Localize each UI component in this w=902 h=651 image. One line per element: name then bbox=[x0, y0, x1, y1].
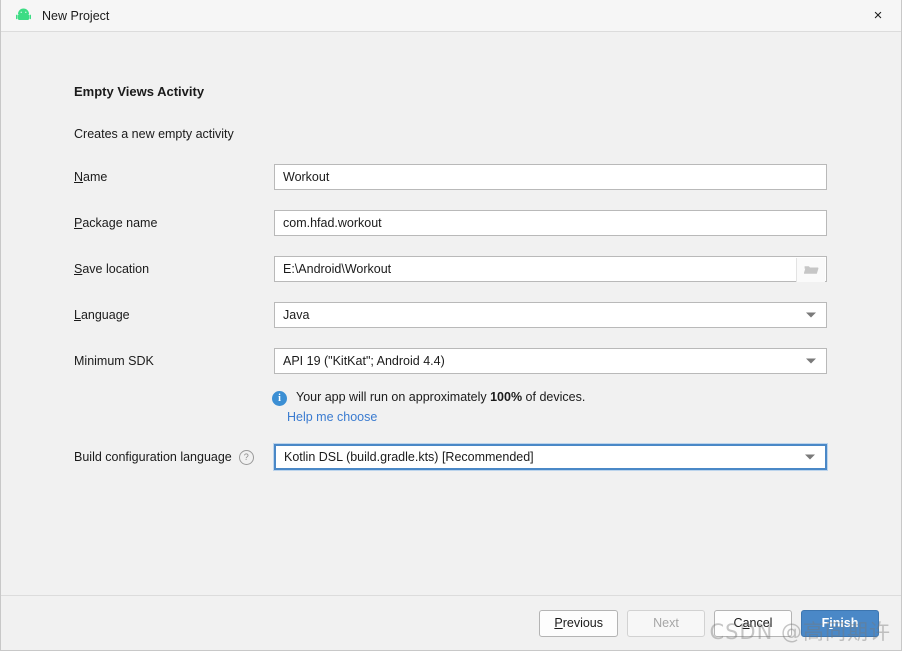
dialog-footer: Previous Next Ca ncel Fi nish CSDN @高同期许 bbox=[1, 595, 901, 650]
name-input[interactable]: Workout bbox=[274, 164, 827, 190]
label-minimum-sdk: Minimum SDK bbox=[74, 354, 154, 368]
label-language: Language bbox=[74, 308, 130, 322]
device-coverage-info: i Your app will run on approximately 100… bbox=[272, 390, 585, 424]
minimum-sdk-dropdown-value: API 19 ("KitKat"; Android 4.4) bbox=[283, 354, 445, 368]
save-location-input-value: E:\Android\Workout bbox=[283, 262, 392, 276]
chevron-down-icon bbox=[806, 358, 816, 364]
label-package-name: Package name bbox=[74, 216, 158, 230]
info-icon: i bbox=[272, 391, 287, 406]
language-dropdown[interactable]: Java bbox=[274, 302, 827, 328]
form-row-name: Name Workout bbox=[74, 164, 829, 190]
label-save-location: Save location bbox=[74, 262, 150, 276]
minimum-sdk-dropdown[interactable]: API 19 ("KitKat"; Android 4.4) bbox=[274, 348, 827, 374]
build-configuration-language-value: Kotlin DSL (build.gradle.kts) [Recommend… bbox=[284, 450, 534, 464]
chevron-down-icon bbox=[805, 454, 815, 460]
form-row-save-location: Save location E:\Android\Workout bbox=[74, 256, 829, 282]
build-configuration-language-dropdown[interactable]: Kotlin DSL (build.gradle.kts) [Recommend… bbox=[274, 444, 827, 470]
cancel-button[interactable]: Ca ncel bbox=[714, 609, 792, 637]
close-icon[interactable]: × bbox=[855, 0, 901, 31]
chevron-down-icon bbox=[806, 312, 816, 318]
dialog-content: Empty Views Activity Creates a new empty… bbox=[1, 32, 901, 595]
save-location-input[interactable]: E:\Android\Workout bbox=[274, 256, 827, 282]
name-input-value: Workout bbox=[283, 170, 330, 184]
language-dropdown-value: Java bbox=[283, 308, 310, 322]
package-name-input-value: com.hfad.workout bbox=[283, 216, 382, 230]
previous-button[interactable]: Previous bbox=[539, 609, 618, 637]
page-description: Creates a new empty activity bbox=[74, 127, 234, 141]
folder-icon[interactable] bbox=[796, 258, 825, 282]
next-button[interactable]: Next bbox=[627, 609, 705, 637]
label-name: Name bbox=[74, 170, 108, 184]
form-row-package-name: Package name com.hfad.workout bbox=[74, 210, 829, 236]
device-coverage-text: Your app will run on approximately 100% … bbox=[296, 390, 586, 404]
page-title: Empty Views Activity bbox=[74, 84, 205, 99]
form-row-build-configuration-language: Build configuration language ? Kotlin DS… bbox=[74, 444, 829, 470]
dialog-title: New Project bbox=[42, 8, 110, 23]
finish-button[interactable]: Fi nish bbox=[801, 609, 879, 637]
form-row-minimum-sdk: Minimum SDK API 19 ("KitKat"; Android 4.… bbox=[74, 348, 829, 374]
device-coverage-percent: 100% bbox=[490, 390, 523, 404]
help-me-choose-link[interactable]: Help me choose bbox=[287, 410, 585, 424]
android-robot-icon bbox=[15, 7, 32, 24]
dialog-title-bar: New Project × bbox=[1, 0, 901, 32]
label-build-configuration-language: Build configuration language ? bbox=[74, 449, 274, 465]
question-mark-icon[interactable]: ? bbox=[238, 449, 254, 465]
package-name-input[interactable]: com.hfad.workout bbox=[274, 210, 827, 236]
new-project-dialog: New Project × Empty Views Activity Creat… bbox=[0, 0, 902, 651]
form-row-language: Language Java bbox=[74, 302, 829, 328]
